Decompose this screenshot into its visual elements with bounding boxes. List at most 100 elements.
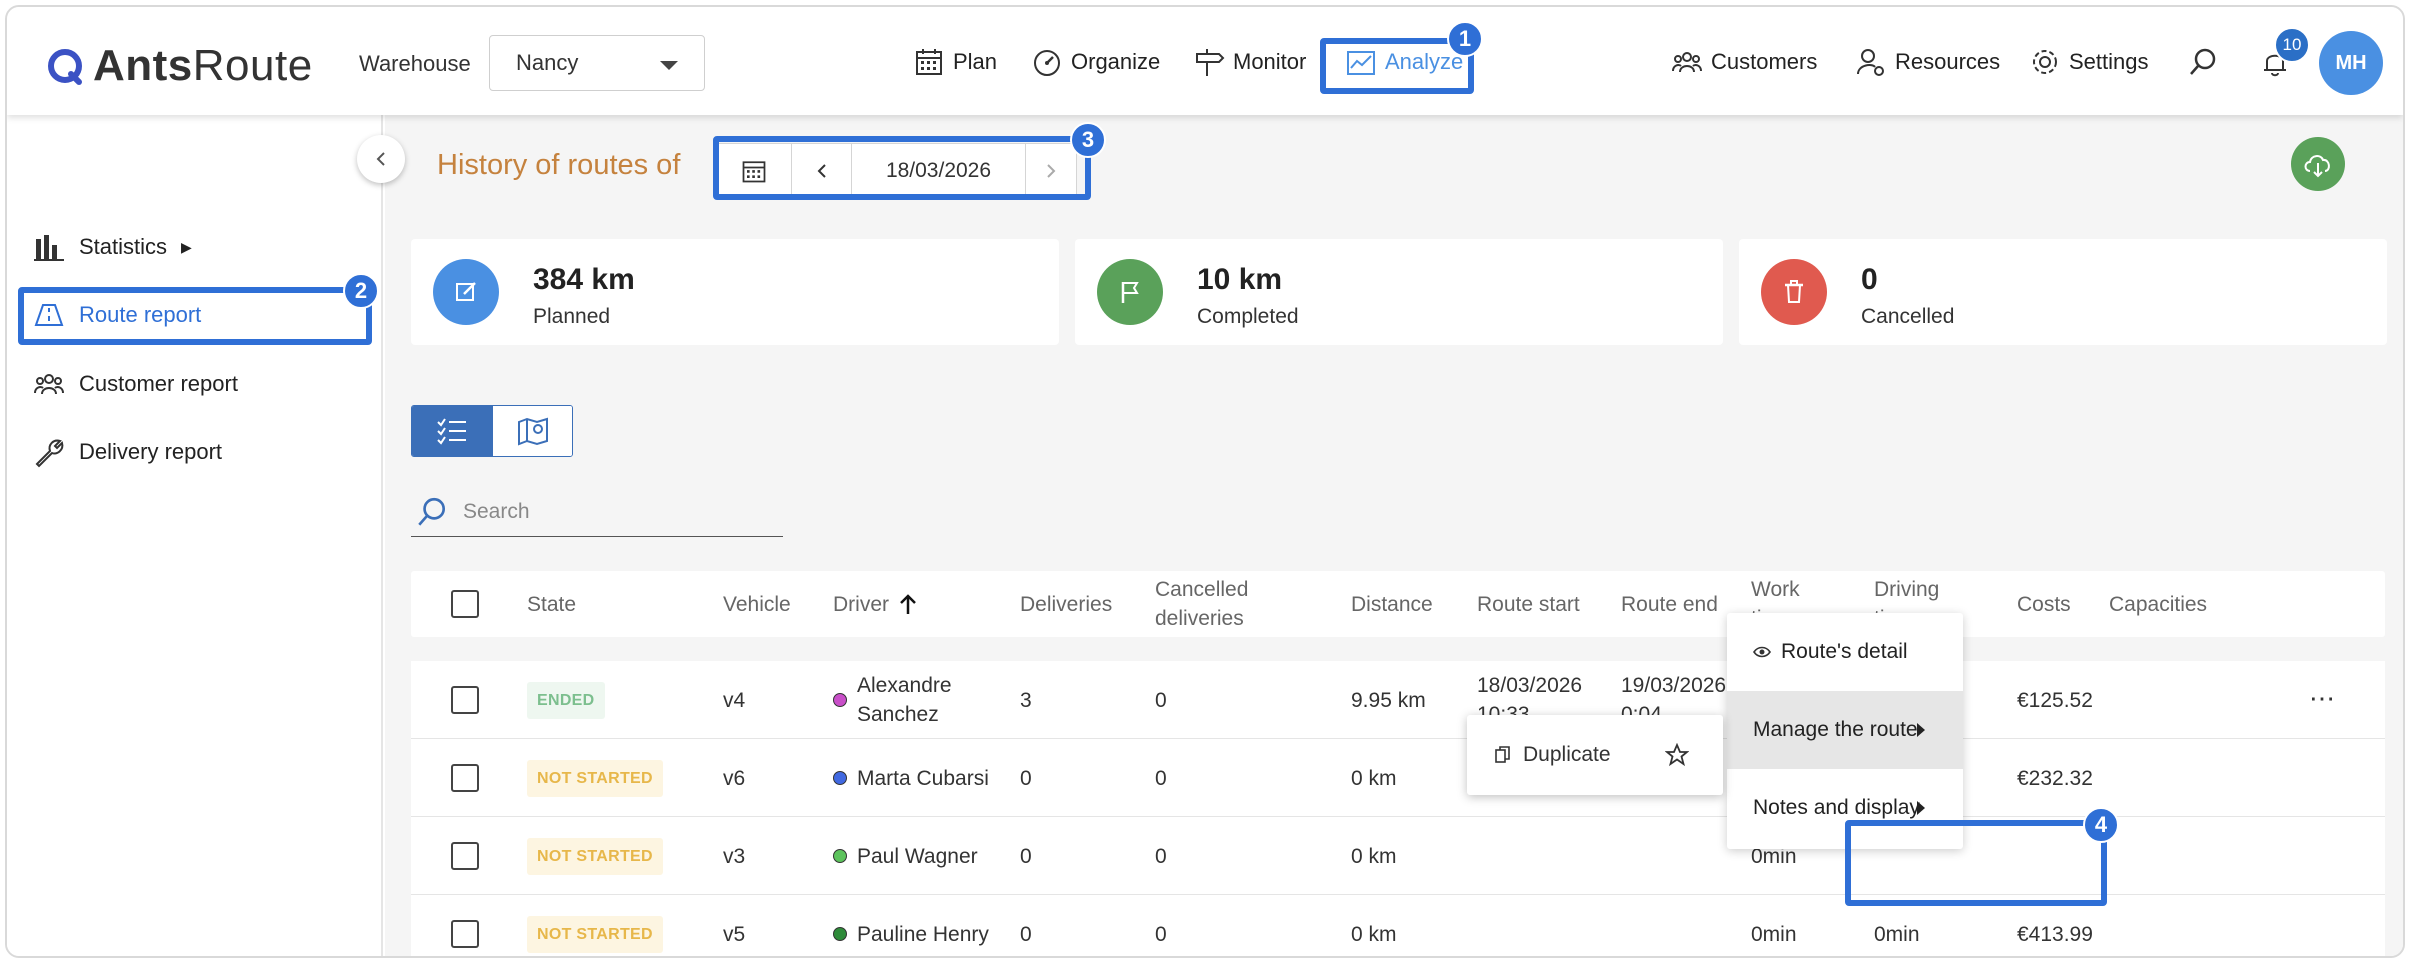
row-vehicle: v3 xyxy=(723,844,746,868)
more-options-icon[interactable]: ⋯ xyxy=(2309,683,2337,714)
bar-chart-icon xyxy=(34,235,64,261)
sidebar-item-delivery-report[interactable]: Delivery report xyxy=(33,436,222,468)
driver-color-dot xyxy=(833,927,847,941)
col-driver[interactable]: Driver xyxy=(833,571,919,637)
warehouse-select[interactable]: Nancy xyxy=(489,35,705,91)
row-cancelled: 0 xyxy=(1155,766,1167,790)
sidebar-item-statistics[interactable]: Statistics ▶ xyxy=(33,231,192,263)
nav-plan[interactable]: Plan xyxy=(913,37,997,87)
avatar[interactable]: MH xyxy=(2319,31,2383,95)
select-all-checkbox[interactable] xyxy=(451,571,479,637)
submenu-duplicate[interactable]: Duplicate xyxy=(1467,715,1723,795)
search-input[interactable] xyxy=(463,499,763,524)
sidebar-item-route-report[interactable]: Route report xyxy=(33,299,201,331)
nav-monitor[interactable]: Monitor xyxy=(1193,37,1306,87)
nav-customers[interactable]: Customers xyxy=(1671,37,1817,87)
context-menu: Route's detail Manage the route Notes an… xyxy=(1727,613,1963,849)
search-icon xyxy=(418,497,446,526)
table-row[interactable]: NOT STARTED v6 Marta Cubarsi 0 0 0 km 0m… xyxy=(411,739,2385,817)
table-row[interactable]: NOT STARTED v5 Pauline Henry 0 0 0 km 0m… xyxy=(411,895,2385,956)
top-bar: AntsRoute Warehouse Nancy Plan Organize … xyxy=(7,7,2403,115)
col-vehicle[interactable]: Vehicle xyxy=(723,571,791,637)
previous-day-button[interactable] xyxy=(792,144,852,198)
chart-line-icon xyxy=(1347,51,1375,75)
table-row[interactable]: ENDED v4 Alexandre Sanchez 3 0 9.95 km 18… xyxy=(411,661,2385,739)
caret-right-icon: ▶ xyxy=(181,238,192,255)
planned-label: Planned xyxy=(533,305,611,328)
logo[interactable]: AntsRoute xyxy=(45,41,313,91)
road-sign-icon xyxy=(34,304,64,326)
menu-item-notes-display[interactable]: Notes and display xyxy=(1727,769,1963,847)
menu-item-route-detail[interactable]: Route's detail xyxy=(1727,613,1963,691)
row-driver: Alexandre Sanchez xyxy=(833,661,952,739)
col-cancelled-deliveries[interactable]: Cancelled deliveries xyxy=(1155,571,1248,637)
route-end-a: 19/03/2026 1 xyxy=(1621,674,1744,697)
row-checkbox[interactable] xyxy=(451,895,479,956)
trash-icon xyxy=(1761,259,1827,325)
row-costs: €125.52 xyxy=(2017,688,2093,712)
sidebar-item-label: Route report xyxy=(79,302,202,327)
completed-label: Completed xyxy=(1197,305,1299,328)
list-view-button[interactable] xyxy=(412,406,492,456)
col-deliveries[interactable]: Deliveries xyxy=(1020,571,1112,637)
col-distance[interactable]: Distance xyxy=(1351,571,1433,637)
flag-icon xyxy=(1097,259,1163,325)
menu-item-label: Notes and display xyxy=(1753,796,1920,819)
status-badge: NOT STARTED xyxy=(527,759,663,797)
row-checkbox[interactable] xyxy=(451,817,479,895)
driver-color-dot xyxy=(833,771,847,785)
row-deliveries: 0 xyxy=(1020,844,1032,868)
nav-settings[interactable]: Settings xyxy=(2029,37,2149,87)
row-checkbox[interactable] xyxy=(451,739,479,817)
row-driver: Paul Wagner xyxy=(833,817,978,895)
warehouse-value: Nancy xyxy=(516,50,579,75)
signpost-icon xyxy=(1196,49,1225,76)
row-vehicle: v4 xyxy=(723,688,746,712)
annotation-badge-4: 4 xyxy=(2083,807,2119,843)
next-day-button[interactable] xyxy=(1026,144,1076,198)
row-checkbox[interactable] xyxy=(451,661,479,739)
nav-plan-label: Plan xyxy=(953,49,998,74)
map-view-button[interactable] xyxy=(492,406,572,456)
nav-analyze[interactable]: Analyze xyxy=(1345,37,1463,87)
calendar-button[interactable] xyxy=(716,144,792,198)
nav-organize[interactable]: Organize xyxy=(1031,37,1160,87)
col-route-end[interactable]: Route end xyxy=(1621,571,1718,637)
col-route-start[interactable]: Route start xyxy=(1477,571,1580,637)
annotation-badge-1: 1 xyxy=(1447,21,1483,57)
row-distance: 0 km xyxy=(1351,766,1397,790)
sidebar-item-label: Statistics xyxy=(79,234,168,259)
nav-resources[interactable]: Resources xyxy=(1855,37,2000,87)
cancelled-card: 0 Cancelled xyxy=(1739,239,2387,345)
annotation-badge-3: 3 xyxy=(1070,122,1106,158)
wrench-icon xyxy=(35,439,64,468)
col-capacities[interactable]: Capacities xyxy=(2109,571,2207,637)
row-costs: €413.99 xyxy=(2017,922,2093,946)
route-start-a: 18/03/2026 xyxy=(1477,674,1583,697)
menu-item-manage-route[interactable]: Manage the route xyxy=(1727,691,1963,769)
download-button[interactable] xyxy=(2291,137,2345,191)
star-icon[interactable] xyxy=(1665,743,1689,767)
nav-analyze-label: Analyze xyxy=(1385,49,1464,74)
status-badge: NOT STARTED xyxy=(527,915,663,953)
completed-card: 10 km Completed xyxy=(1075,239,1723,345)
sidebar: Statistics ▶ Route report Customer repor… xyxy=(7,115,383,956)
collapse-sidebar-button[interactable] xyxy=(357,135,405,183)
page-title: History of routes of xyxy=(437,149,681,181)
arrow-up-icon xyxy=(900,594,916,614)
row-deliveries: 0 xyxy=(1020,922,1032,946)
row-state: NOT STARTED xyxy=(527,895,663,956)
nav-settings-label: Settings xyxy=(2069,49,2149,74)
date-value[interactable]: 18/03/2026 xyxy=(852,144,1026,198)
col-state[interactable]: State xyxy=(527,571,576,637)
checklist-icon xyxy=(437,418,466,445)
search-button[interactable] xyxy=(2187,37,2219,87)
col-costs[interactable]: Costs xyxy=(2017,571,2071,637)
warehouse-label: Warehouse xyxy=(359,51,471,76)
sidebar-item-customer-report[interactable]: Customer report xyxy=(33,368,238,400)
nav-monitor-label: Monitor xyxy=(1233,49,1307,74)
driver-name: Alexandre Sanchez xyxy=(857,671,952,729)
sidebar-item-label: Delivery report xyxy=(79,439,223,464)
completed-value: 10 km xyxy=(1197,263,1283,296)
row-driver: Marta Cubarsi xyxy=(833,739,989,817)
